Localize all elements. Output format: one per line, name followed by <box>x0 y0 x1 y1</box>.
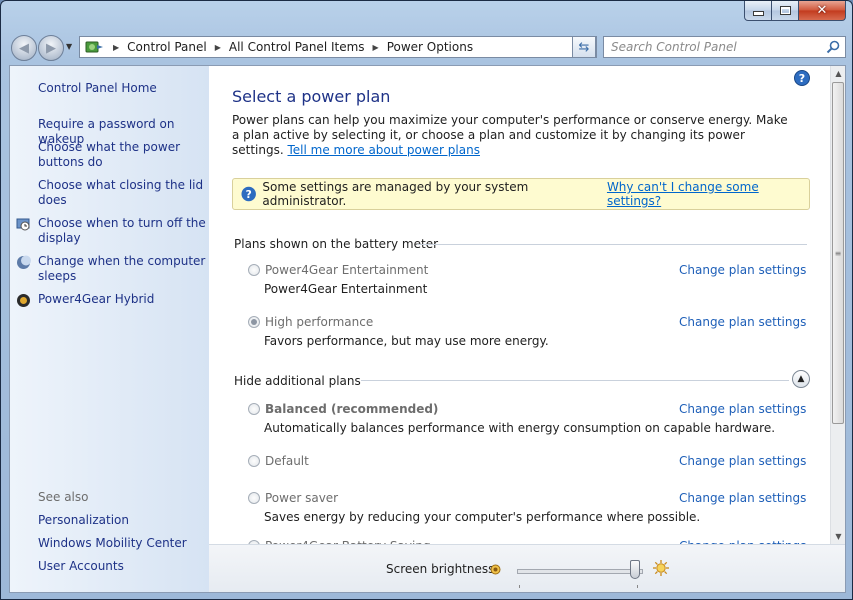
chevron-up-icon: ▲ <box>797 374 805 384</box>
brightness-slider-track[interactable] <box>517 569 643 574</box>
user-accounts-link[interactable]: User Accounts <box>38 559 206 574</box>
maximize-icon <box>779 6 791 15</box>
additional-section-title[interactable]: Hide additional plans <box>234 374 361 388</box>
forward-arrow-icon: ▶ <box>46 40 56 56</box>
maximize-button[interactable] <box>772 1 799 21</box>
refresh-icon: ⇆ <box>578 39 590 55</box>
main-pane: ? Select a power plan Power plans can he… <box>209 66 830 553</box>
plan-description: Saves energy by reducing your computer's… <box>264 510 701 524</box>
breadcrumb-power-options[interactable]: Power Options <box>387 40 473 54</box>
plan-radio[interactable] <box>248 492 260 504</box>
admin-notice-bar: ? Some settings are managed by your syst… <box>232 178 810 210</box>
breadcrumb-control-panel[interactable]: Control Panel <box>127 40 207 54</box>
address-bar[interactable]: ▶ Control Panel ▶ All Control Panel Item… <box>79 36 597 58</box>
dim-sun-icon <box>490 564 501 575</box>
brightness-slider-thumb[interactable] <box>629 560 640 579</box>
caption-buttons: ✕ <box>744 1 846 21</box>
personalization-link[interactable]: Personalization <box>38 513 206 528</box>
mobility-center-link[interactable]: Windows Mobility Center <box>38 536 206 551</box>
plan-radio[interactable] <box>248 264 260 276</box>
plan-radio-selected[interactable] <box>248 316 260 328</box>
refresh-button[interactable]: ⇆ <box>572 36 596 58</box>
change-plan-settings-link[interactable]: Change plan settings <box>679 402 806 416</box>
section-divider <box>361 380 789 381</box>
plan-radio[interactable] <box>248 455 260 467</box>
plan-description: Favors performance, but may use more ene… <box>264 334 549 348</box>
notice-text: Some settings are managed by your system… <box>262 180 529 208</box>
scroll-up-icon[interactable]: ▲ <box>831 66 845 81</box>
plan-power-saver[interactable]: Power saver <box>248 491 338 505</box>
additional-plans-section-header[interactable]: Hide additional plans <box>234 374 361 388</box>
see-also-heading: See also <box>38 490 89 504</box>
plan-power4gear-entertainment[interactable]: Power4Gear Entertainment <box>248 263 428 277</box>
info-icon: ? <box>241 186 256 202</box>
change-plan-settings-link[interactable]: Change plan settings <box>679 454 806 468</box>
page-title: Select a power plan <box>232 87 391 106</box>
slider-tick <box>519 585 520 588</box>
display-clock-icon <box>16 218 30 231</box>
plan-high-performance[interactable]: High performance <box>248 315 373 329</box>
breadcrumb-separator-icon[interactable]: ▶ <box>373 43 379 52</box>
navigation-bar: ◀ ▶ ▼ ▶ Control Panel ▶ All Control Pane… <box>9 33 846 61</box>
power4gear-icon <box>17 294 30 307</box>
svg-text:?: ? <box>246 189 252 201</box>
minimize-button[interactable] <box>744 1 772 21</box>
back-arrow-icon: ◀ <box>19 40 29 56</box>
plan-name: Balanced (recommended) <box>265 402 439 416</box>
breadcrumb-all-items[interactable]: All Control Panel Items <box>229 40 365 54</box>
tell-me-more-link[interactable]: Tell me more about power plans <box>288 143 480 157</box>
close-icon: ✕ <box>816 3 828 18</box>
collapse-button[interactable]: ▲ <box>792 370 810 388</box>
scrollbar-thumb[interactable]: ≡ <box>832 82 844 424</box>
slider-tick <box>637 585 638 588</box>
change-plan-settings-link[interactable]: Change plan settings <box>679 263 806 277</box>
plan-name: High performance <box>265 315 374 329</box>
recent-pages-button[interactable]: ▼ <box>66 42 72 51</box>
page-description: Power plans can help you maximize your c… <box>232 113 792 158</box>
battery-section-title: Plans shown on the battery meter <box>234 237 439 251</box>
plan-default[interactable]: Default <box>248 454 309 468</box>
breadcrumb-separator-icon[interactable]: ▶ <box>113 43 119 52</box>
computer-sleeps-link[interactable]: Change when the computer sleeps <box>38 254 206 284</box>
close-button[interactable]: ✕ <box>799 1 846 21</box>
battery-meter-section-header: Plans shown on the battery meter <box>234 237 438 251</box>
plan-description: Automatically balances performance with … <box>264 421 776 435</box>
search-icon[interactable] <box>825 39 841 55</box>
plan-description: Power4Gear Entertainment <box>264 282 428 296</box>
plan-name: Power saver <box>265 491 339 505</box>
content-frame: Control Panel Home Require a password on… <box>9 65 846 593</box>
why-cant-change-link[interactable]: Why can't I change some settings? <box>607 180 809 208</box>
search-input[interactable]: Search Control Panel <box>611 40 825 54</box>
help-icon[interactable]: ? <box>794 70 810 86</box>
control-panel-home-link[interactable]: Control Panel Home <box>38 81 206 96</box>
plan-balanced[interactable]: Balanced (recommended) <box>248 402 438 416</box>
control-panel-icon <box>85 41 103 53</box>
plan-name: Power4Gear Entertainment <box>265 263 429 277</box>
search-box[interactable]: Search Control Panel <box>603 36 846 58</box>
change-plan-settings-link[interactable]: Change plan settings <box>679 491 806 505</box>
bright-sun-icon <box>653 560 669 576</box>
plan-radio[interactable] <box>248 403 260 415</box>
sleep-moon-icon <box>17 255 31 269</box>
scroll-down-icon[interactable]: ▼ <box>831 529 845 544</box>
turn-off-display-link[interactable]: Choose when to turn off the display <box>38 216 206 246</box>
plan-name: Default <box>265 454 309 468</box>
forward-button[interactable]: ▶ <box>38 35 64 61</box>
power-buttons-link[interactable]: Choose what the power buttons do <box>38 140 206 170</box>
change-plan-settings-link[interactable]: Change plan settings <box>679 315 806 329</box>
power4gear-hybrid-link[interactable]: Power4Gear Hybrid <box>38 292 206 307</box>
brightness-bar: Screen brightness: <box>209 544 845 592</box>
minimize-icon <box>752 11 764 16</box>
breadcrumb-separator-icon[interactable]: ▶ <box>215 43 221 52</box>
brightness-label: Screen brightness: <box>386 562 499 576</box>
power-options-window: ✕ ◀ ▶ ▼ ▶ Control Panel ▶ All Control Pa… <box>0 0 853 600</box>
section-divider <box>417 244 807 245</box>
task-pane: Control Panel Home Require a password on… <box>10 66 209 592</box>
vertical-scrollbar[interactable]: ▲ ≡ ▼ <box>830 66 845 544</box>
back-button[interactable]: ◀ <box>11 35 37 61</box>
closing-lid-link[interactable]: Choose what closing the lid does <box>38 178 206 208</box>
svg-text:?: ? <box>799 72 805 85</box>
